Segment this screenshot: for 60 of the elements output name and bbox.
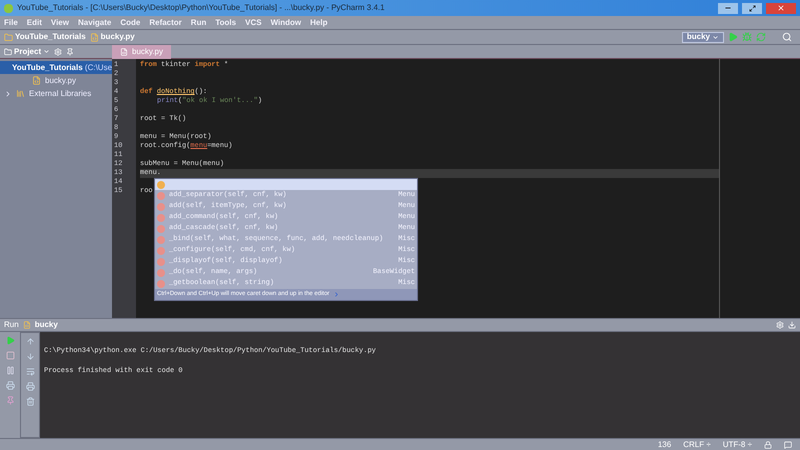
menu-item[interactable]: Navigate	[78, 16, 112, 28]
search-icon[interactable]	[782, 32, 792, 42]
pin-icon[interactable]	[6, 396, 14, 405]
menu-item[interactable]: Window	[270, 16, 302, 28]
breadcrumb-item[interactable]: bucky.py	[90, 31, 135, 43]
cursor-position: 136	[658, 438, 672, 450]
tree-item[interactable]: External Libraries	[0, 87, 112, 100]
window-title: YouTube_Tutorials - [C:\Users\Bucky\Desktop\Python\YouTube_Tutorials] - ...\bucky.py - PyCharm 3.4.1	[17, 2, 386, 14]
dump-icon[interactable]	[6, 381, 14, 390]
event-log-icon[interactable]	[784, 440, 792, 448]
menu-item[interactable]: File	[4, 16, 18, 28]
menu-item[interactable]: Edit	[26, 16, 42, 28]
trash-icon[interactable]	[26, 397, 34, 406]
tree-item[interactable]: bucky.py	[0, 74, 112, 87]
maximize-icon	[748, 4, 756, 12]
library-icon	[16, 89, 25, 98]
run-tab[interactable]: bucky	[34, 319, 58, 331]
menu-item[interactable]: VCS	[245, 16, 262, 28]
settings-icon[interactable]	[54, 48, 62, 56]
menu-item[interactable]: Help	[310, 16, 328, 28]
project-dropdown[interactable]: Project	[4, 46, 50, 58]
settings-icon[interactable]	[776, 321, 784, 329]
down-arrow-icon[interactable]	[26, 352, 34, 361]
folder-icon	[4, 48, 12, 56]
pause-icon[interactable]	[6, 366, 14, 375]
app-icon	[4, 4, 13, 12]
menu-item[interactable]: Run	[190, 16, 206, 28]
rerun-icon[interactable]	[6, 336, 14, 345]
pin-icon[interactable]	[66, 48, 74, 56]
print-icon[interactable]	[26, 382, 34, 391]
folder-icon	[4, 32, 13, 42]
stop-icon[interactable]	[6, 351, 14, 360]
run-icon[interactable]	[728, 32, 738, 42]
more-icon[interactable]	[333, 291, 340, 298]
editor-tab[interactable]: bucky.py	[112, 44, 171, 58]
menu-item[interactable]: Refactor	[149, 16, 182, 28]
tree-item[interactable]: YouTube_Tutorials (C:\Use	[0, 61, 112, 74]
hide-icon[interactable]	[788, 321, 796, 329]
encoding[interactable]: UTF-8 ÷	[722, 438, 752, 450]
close-icon	[777, 4, 785, 12]
wrap-icon[interactable]	[26, 367, 34, 376]
line-separator[interactable]: CRLF ÷	[683, 438, 711, 450]
lock-icon[interactable]	[764, 440, 772, 448]
breadcrumb-item[interactable]: YouTube_Tutorials	[4, 31, 86, 43]
caret-icon	[712, 34, 719, 40]
run-config-dropdown[interactable]: bucky	[682, 32, 724, 42]
debug-icon[interactable]	[742, 32, 752, 42]
run-panel-title: Run	[4, 319, 19, 331]
file-icon	[90, 32, 99, 42]
caret-icon	[43, 48, 50, 55]
up-arrow-icon[interactable]	[26, 337, 34, 346]
minimize-button[interactable]	[718, 2, 738, 14]
menu-item[interactable]: Code	[120, 16, 140, 28]
maximize-button[interactable]	[742, 2, 762, 14]
file-icon	[32, 76, 41, 85]
menu-item[interactable]: Tools	[215, 16, 236, 28]
coverage-icon[interactable]	[756, 32, 766, 42]
menu-item[interactable]: View	[50, 16, 69, 28]
file-icon	[22, 321, 31, 329]
file-icon	[120, 48, 128, 56]
